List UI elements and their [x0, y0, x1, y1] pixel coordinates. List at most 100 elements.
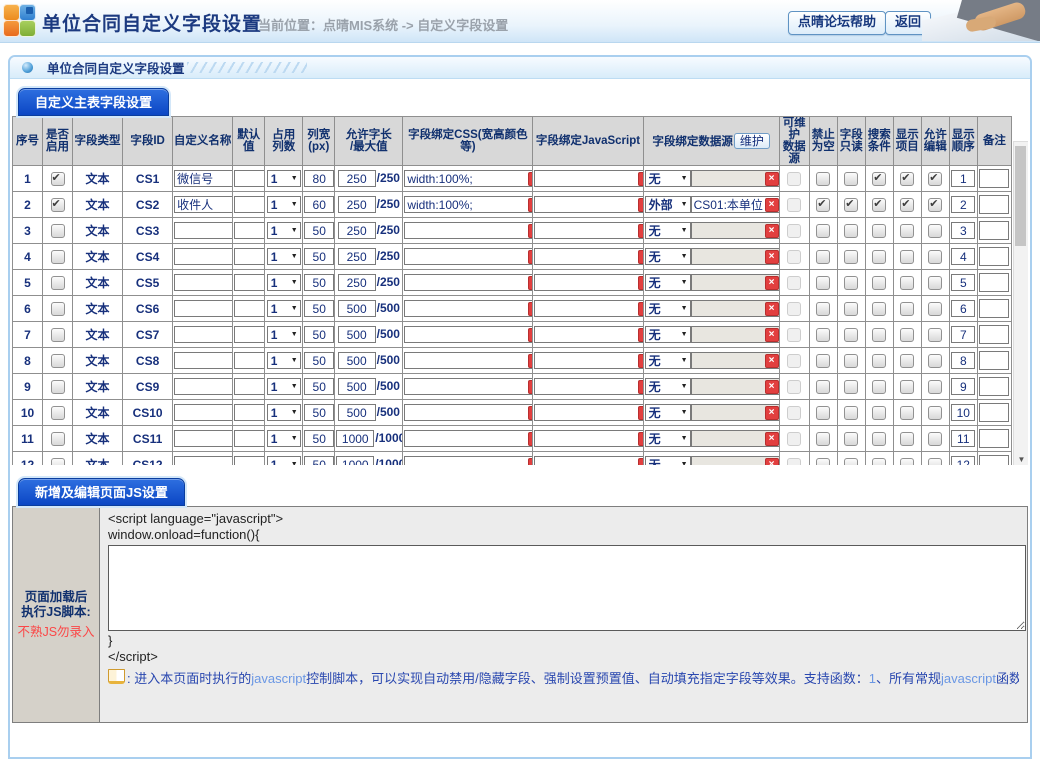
datasource-select[interactable]: 无▼ [645, 378, 691, 395]
maxlen-input[interactable] [338, 378, 376, 395]
maxlen-input[interactable] [338, 222, 376, 239]
clear-icon[interactable] [528, 328, 533, 342]
css-binding-input[interactable] [404, 248, 533, 265]
col-width-input[interactable] [304, 196, 334, 213]
css-binding-input[interactable] [404, 326, 533, 343]
columns-select[interactable]: 1▼ [267, 248, 301, 265]
display-order-input[interactable] [951, 274, 975, 291]
maxlen-input[interactable] [336, 456, 374, 465]
js-binding-input[interactable] [534, 248, 643, 265]
custom-name-input[interactable] [174, 456, 233, 465]
remark-input[interactable] [979, 273, 1009, 292]
css-binding-input[interactable] [404, 222, 533, 239]
clear-icon[interactable] [638, 328, 643, 342]
clear-icon[interactable] [638, 380, 643, 394]
vertical-scrollbar[interactable]: ▼ [1013, 141, 1028, 465]
default-value-input[interactable] [234, 430, 265, 447]
default-value-input[interactable] [234, 378, 265, 395]
readonly-checkbox[interactable] [844, 276, 858, 290]
clear-icon[interactable] [528, 224, 533, 238]
js-binding-input[interactable] [534, 300, 643, 317]
clear-icon[interactable] [528, 250, 533, 264]
col-width-input[interactable] [304, 300, 334, 317]
enabled-checkbox[interactable] [51, 328, 65, 342]
remark-input[interactable] [979, 221, 1009, 240]
clear-icon[interactable] [638, 250, 643, 264]
clear-icon[interactable] [765, 406, 779, 420]
columns-select[interactable]: 1▼ [267, 430, 301, 447]
datasource-select[interactable]: 无▼ [645, 300, 691, 317]
remark-input[interactable] [979, 403, 1009, 422]
scroll-down-arrow-icon[interactable]: ▼ [1014, 455, 1028, 464]
edit-checkbox[interactable] [928, 458, 942, 465]
columns-select[interactable]: 1▼ [267, 300, 301, 317]
clear-icon[interactable] [765, 250, 779, 264]
search-checkbox[interactable] [872, 328, 886, 342]
custom-name-input[interactable] [174, 430, 233, 447]
css-binding-input[interactable] [404, 300, 533, 317]
readonly-checkbox[interactable] [844, 172, 858, 186]
readonly-checkbox[interactable] [844, 198, 858, 212]
search-checkbox[interactable] [872, 224, 886, 238]
col-width-input[interactable] [304, 222, 334, 239]
clear-icon[interactable] [528, 354, 533, 368]
custom-name-input[interactable] [174, 248, 233, 265]
display-order-input[interactable] [951, 378, 975, 395]
css-binding-input[interactable] [404, 274, 533, 291]
required-checkbox[interactable] [816, 458, 830, 465]
clear-icon[interactable] [765, 172, 779, 186]
edit-checkbox[interactable] [928, 432, 942, 446]
datasource-select[interactable]: 无▼ [645, 352, 691, 369]
required-checkbox[interactable] [816, 172, 830, 186]
clear-icon[interactable] [528, 406, 533, 420]
display-checkbox[interactable] [900, 224, 914, 238]
css-binding-input[interactable] [404, 430, 533, 447]
col-width-input[interactable] [304, 404, 334, 421]
search-checkbox[interactable] [872, 250, 886, 264]
maxlen-input[interactable] [338, 404, 376, 421]
columns-select[interactable]: 1▼ [267, 222, 301, 239]
custom-name-input[interactable] [174, 222, 233, 239]
clear-icon[interactable] [528, 458, 533, 466]
required-checkbox[interactable] [816, 328, 830, 342]
display-order-input[interactable] [951, 196, 975, 213]
css-binding-input[interactable] [404, 404, 533, 421]
display-checkbox[interactable] [900, 198, 914, 212]
columns-select[interactable]: 1▼ [267, 326, 301, 343]
display-checkbox[interactable] [900, 302, 914, 316]
css-binding-input[interactable] [404, 456, 533, 465]
hint-link[interactable]: javascript [941, 671, 996, 686]
js-binding-input[interactable] [534, 456, 643, 465]
enabled-checkbox[interactable] [51, 172, 65, 186]
readonly-checkbox[interactable] [844, 302, 858, 316]
custom-name-input[interactable] [174, 196, 233, 213]
clear-icon[interactable] [638, 354, 643, 368]
edit-checkbox[interactable] [928, 172, 942, 186]
datasource-select[interactable]: 无▼ [645, 222, 691, 239]
display-checkbox[interactable] [900, 458, 914, 465]
readonly-checkbox[interactable] [844, 458, 858, 465]
display-order-input[interactable] [951, 170, 975, 187]
col-width-input[interactable] [304, 456, 334, 465]
clear-icon[interactable] [638, 458, 643, 466]
readonly-checkbox[interactable] [844, 250, 858, 264]
search-checkbox[interactable] [872, 172, 886, 186]
edit-checkbox[interactable] [928, 354, 942, 368]
required-checkbox[interactable] [816, 276, 830, 290]
maintain-button[interactable]: 维护 [734, 133, 770, 149]
required-checkbox[interactable] [816, 354, 830, 368]
remark-input[interactable] [979, 351, 1009, 370]
maxlen-input[interactable] [338, 248, 376, 265]
default-value-input[interactable] [234, 326, 265, 343]
default-value-input[interactable] [234, 352, 265, 369]
required-checkbox[interactable] [816, 406, 830, 420]
js-binding-input[interactable] [534, 326, 643, 343]
custom-name-input[interactable] [174, 404, 233, 421]
default-value-input[interactable] [234, 248, 265, 265]
remark-input[interactable] [979, 169, 1009, 188]
maxlen-input[interactable] [338, 300, 376, 317]
default-value-input[interactable] [234, 222, 265, 239]
default-value-input[interactable] [234, 196, 265, 213]
columns-select[interactable]: 1▼ [267, 378, 301, 395]
css-binding-input[interactable] [404, 170, 533, 187]
